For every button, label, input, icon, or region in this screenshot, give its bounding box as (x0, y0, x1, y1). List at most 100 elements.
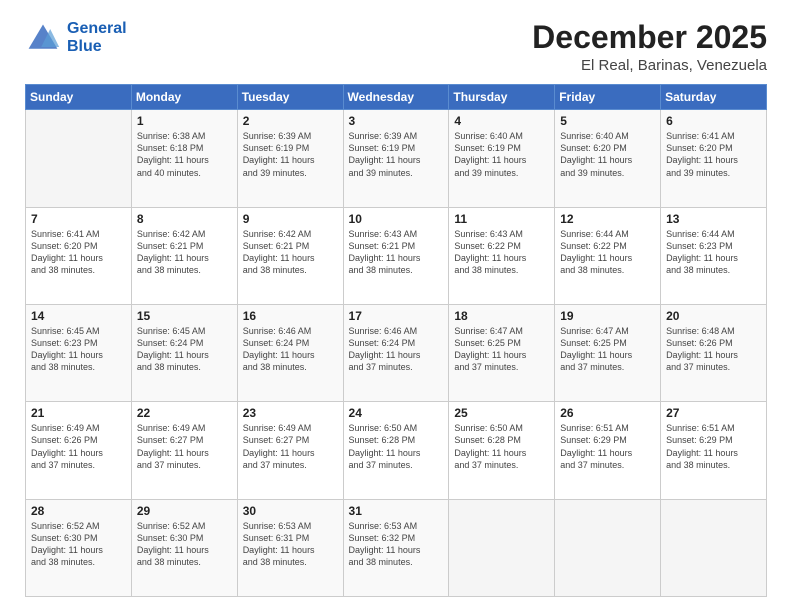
day-info: Sunrise: 6:51 AM Sunset: 6:29 PM Dayligh… (560, 422, 655, 471)
calendar-cell: 25 Sunrise: 6:50 AM Sunset: 6:28 PM Dayli… (449, 402, 555, 499)
day-number: 2 (243, 114, 338, 128)
calendar-cell (661, 499, 767, 596)
calendar-cell: 15 Sunrise: 6:45 AM Sunset: 6:24 PM Dayli… (131, 304, 237, 401)
title-section: December 2025 El Real, Barinas, Venezuel… (532, 20, 767, 74)
calendar-cell: 9Sunrise: 6:42 AM Sunset: 6:21 PM Daylig… (237, 207, 343, 304)
logo-text: General Blue (67, 20, 127, 55)
day-info: Sunrise: 6:47 AM Sunset: 6:25 PM Dayligh… (454, 325, 549, 374)
header: General Blue December 2025 El Real, Bari… (25, 20, 767, 74)
day-info: Sunrise: 6:50 AM Sunset: 6:28 PM Dayligh… (349, 422, 444, 471)
day-number: 31 (349, 504, 444, 518)
calendar-cell: 11 Sunrise: 6:43 AM Sunset: 6:22 PM Dayli… (449, 207, 555, 304)
calendar-cell: 26 Sunrise: 6:51 AM Sunset: 6:29 PM Dayli… (555, 402, 661, 499)
calendar-cell: 6Sunrise: 6:41 AM Sunset: 6:20 PM Daylig… (661, 110, 767, 207)
calendar-cell: 28Sunrise: 6:52 AM Sunset: 6:30 PM Dayli… (26, 499, 132, 596)
day-number: 24 (349, 406, 444, 420)
calendar-cell: 7 Sunrise: 6:41 AM Sunset: 6:20 PM Daylig… (26, 207, 132, 304)
day-of-week-monday: Monday (131, 85, 237, 110)
day-number: 12 (560, 212, 655, 226)
calendar-cell: 12 Sunrise: 6:44 AM Sunset: 6:22 PM Dayli… (555, 207, 661, 304)
day-info: Sunrise: 6:41 AM Sunset: 6:20 PM Dayligh… (31, 228, 126, 277)
day-info: Sunrise: 6:47 AM Sunset: 6:25 PM Dayligh… (560, 325, 655, 374)
calendar-cell (555, 499, 661, 596)
day-number: 9 (243, 212, 338, 226)
day-info: Sunrise: 6:53 AM Sunset: 6:32 PM Dayligh… (349, 520, 444, 569)
calendar-cell: 21 Sunrise: 6:49 AM Sunset: 6:26 PM Dayli… (26, 402, 132, 499)
calendar-cell: 10Sunrise: 6:43 AM Sunset: 6:21 PM Dayli… (343, 207, 449, 304)
calendar-cell: 27Sunrise: 6:51 AM Sunset: 6:29 PM Dayli… (661, 402, 767, 499)
day-info: Sunrise: 6:46 AM Sunset: 6:24 PM Dayligh… (243, 325, 338, 374)
day-of-week-tuesday: Tuesday (237, 85, 343, 110)
day-info: Sunrise: 6:49 AM Sunset: 6:26 PM Dayligh… (31, 422, 126, 471)
logo-line2: Blue (67, 38, 127, 56)
day-of-week-sunday: Sunday (26, 85, 132, 110)
calendar-cell: 20 Sunrise: 6:48 AM Sunset: 6:26 PM Dayli… (661, 304, 767, 401)
logo-icon (25, 20, 61, 56)
day-number: 5 (560, 114, 655, 128)
day-info: Sunrise: 6:43 AM Sunset: 6:21 PM Dayligh… (349, 228, 444, 277)
day-of-week-wednesday: Wednesday (343, 85, 449, 110)
calendar-cell (26, 110, 132, 207)
day-info: Sunrise: 6:44 AM Sunset: 6:23 PM Dayligh… (666, 228, 761, 277)
calendar-week-4: 21 Sunrise: 6:49 AM Sunset: 6:26 PM Dayli… (26, 402, 767, 499)
calendar-cell: 23 Sunrise: 6:49 AM Sunset: 6:27 PM Dayli… (237, 402, 343, 499)
calendar-cell: 2 Sunrise: 6:39 AM Sunset: 6:19 PM Daylig… (237, 110, 343, 207)
day-number: 7 (31, 212, 126, 226)
day-info: Sunrise: 6:42 AM Sunset: 6:21 PM Dayligh… (137, 228, 232, 277)
day-info: Sunrise: 6:45 AM Sunset: 6:23 PM Dayligh… (31, 325, 126, 374)
logo: General Blue (25, 20, 127, 56)
day-number: 22 (137, 406, 232, 420)
calendar-cell: 30Sunrise: 6:53 AM Sunset: 6:31 PM Dayli… (237, 499, 343, 596)
calendar-header: SundayMondayTuesdayWednesdayThursdayFrid… (26, 85, 767, 110)
calendar-cell: 8 Sunrise: 6:42 AM Sunset: 6:21 PM Daylig… (131, 207, 237, 304)
calendar-cell: 22 Sunrise: 6:49 AM Sunset: 6:27 PM Dayli… (131, 402, 237, 499)
calendar-cell: 18 Sunrise: 6:47 AM Sunset: 6:25 PM Dayli… (449, 304, 555, 401)
day-info: Sunrise: 6:39 AM Sunset: 6:19 PM Dayligh… (243, 130, 338, 179)
day-number: 13 (666, 212, 761, 226)
day-info: Sunrise: 6:46 AM Sunset: 6:24 PM Dayligh… (349, 325, 444, 374)
calendar-cell: 5 Sunrise: 6:40 AM Sunset: 6:20 PM Daylig… (555, 110, 661, 207)
day-number: 8 (137, 212, 232, 226)
day-info: Sunrise: 6:48 AM Sunset: 6:26 PM Dayligh… (666, 325, 761, 374)
day-number: 18 (454, 309, 549, 323)
day-number: 4 (454, 114, 549, 128)
day-of-week-saturday: Saturday (661, 85, 767, 110)
day-number: 26 (560, 406, 655, 420)
calendar-week-2: 7 Sunrise: 6:41 AM Sunset: 6:20 PM Daylig… (26, 207, 767, 304)
day-number: 19 (560, 309, 655, 323)
day-info: Sunrise: 6:39 AM Sunset: 6:19 PM Dayligh… (349, 130, 444, 179)
day-info: Sunrise: 6:43 AM Sunset: 6:22 PM Dayligh… (454, 228, 549, 277)
calendar-cell: 17Sunrise: 6:46 AM Sunset: 6:24 PM Dayli… (343, 304, 449, 401)
day-info: Sunrise: 6:40 AM Sunset: 6:19 PM Dayligh… (454, 130, 549, 179)
calendar-cell: 31 Sunrise: 6:53 AM Sunset: 6:32 PM Dayli… (343, 499, 449, 596)
day-number: 20 (666, 309, 761, 323)
day-of-week-thursday: Thursday (449, 85, 555, 110)
calendar-table: SundayMondayTuesdayWednesdayThursdayFrid… (25, 84, 767, 597)
day-number: 3 (349, 114, 444, 128)
day-number: 30 (243, 504, 338, 518)
day-number: 29 (137, 504, 232, 518)
day-number: 28 (31, 504, 126, 518)
calendar-body: 1 Sunrise: 6:38 AM Sunset: 6:18 PM Daylig… (26, 110, 767, 597)
day-number: 25 (454, 406, 549, 420)
day-info: Sunrise: 6:49 AM Sunset: 6:27 PM Dayligh… (243, 422, 338, 471)
calendar-cell: 19 Sunrise: 6:47 AM Sunset: 6:25 PM Dayli… (555, 304, 661, 401)
day-number: 11 (454, 212, 549, 226)
day-info: Sunrise: 6:40 AM Sunset: 6:20 PM Dayligh… (560, 130, 655, 179)
day-of-week-friday: Friday (555, 85, 661, 110)
day-number: 1 (137, 114, 232, 128)
day-info: Sunrise: 6:49 AM Sunset: 6:27 PM Dayligh… (137, 422, 232, 471)
calendar-cell: 24 Sunrise: 6:50 AM Sunset: 6:28 PM Dayli… (343, 402, 449, 499)
calendar-cell: 16Sunrise: 6:46 AM Sunset: 6:24 PM Dayli… (237, 304, 343, 401)
calendar-cell: 13 Sunrise: 6:44 AM Sunset: 6:23 PM Dayli… (661, 207, 767, 304)
day-info: Sunrise: 6:38 AM Sunset: 6:18 PM Dayligh… (137, 130, 232, 179)
day-info: Sunrise: 6:45 AM Sunset: 6:24 PM Dayligh… (137, 325, 232, 374)
day-number: 14 (31, 309, 126, 323)
day-number: 21 (31, 406, 126, 420)
calendar-cell: 29Sunrise: 6:52 AM Sunset: 6:30 PM Dayli… (131, 499, 237, 596)
day-number: 23 (243, 406, 338, 420)
day-number: 15 (137, 309, 232, 323)
day-info: Sunrise: 6:50 AM Sunset: 6:28 PM Dayligh… (454, 422, 549, 471)
logo-line1: General (67, 20, 127, 38)
day-info: Sunrise: 6:44 AM Sunset: 6:22 PM Dayligh… (560, 228, 655, 277)
